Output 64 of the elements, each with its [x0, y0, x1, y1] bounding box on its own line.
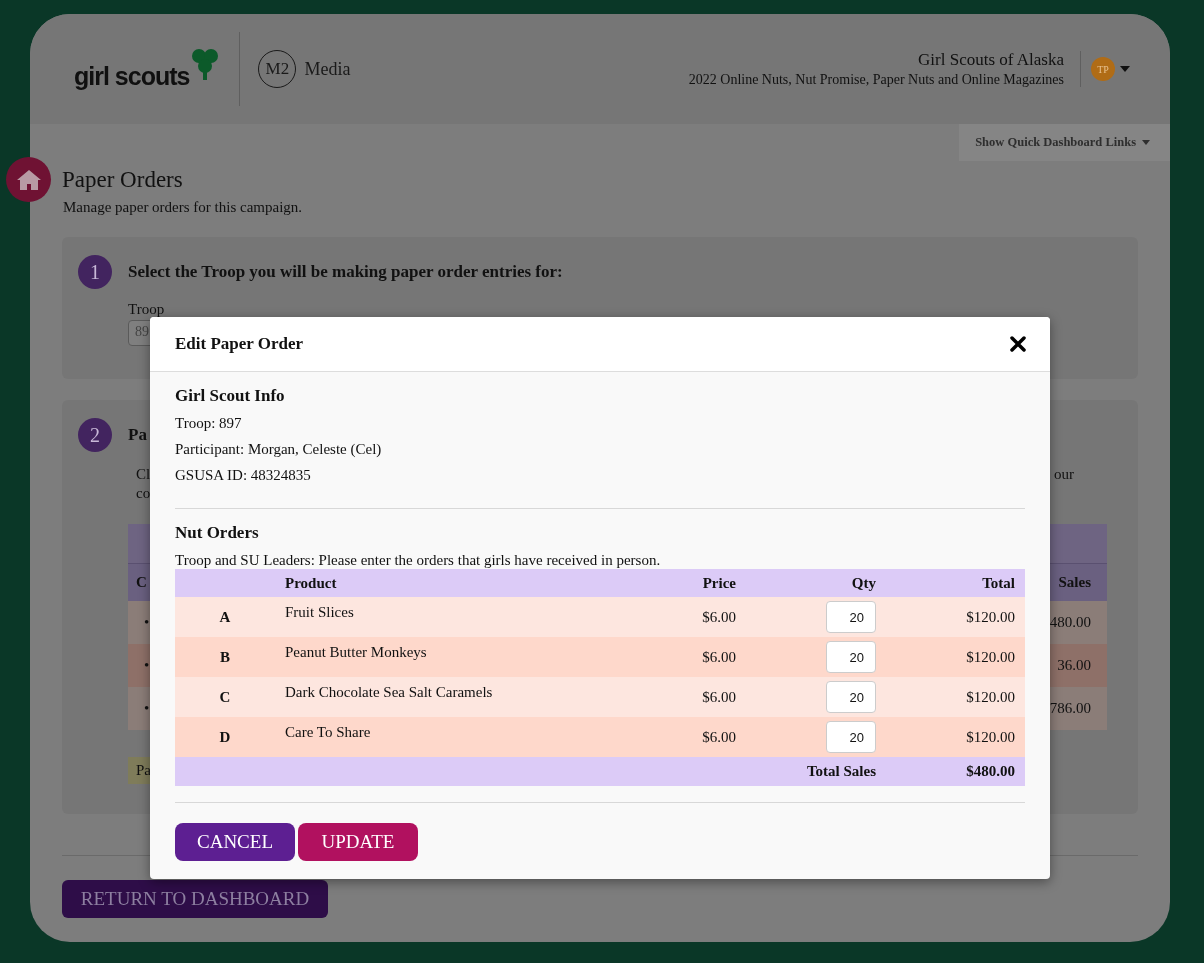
table-cell: •	[144, 700, 150, 717]
table-cell-text: $120.00	[965, 728, 1016, 746]
total-label: Total Sales	[805, 763, 877, 780]
step-title: Select the Troop you will be making paper order entries for:	[128, 262, 563, 282]
table-cell: 36.00	[1057, 657, 1091, 674]
table-cell-text: $120.00	[965, 608, 1016, 626]
table-cell-text: A	[218, 608, 232, 626]
cancel-button[interactable]: CANCEL	[175, 823, 295, 861]
page-subtitle: Manage paper orders for this campaign.	[63, 199, 304, 216]
table-cell: 786.00	[1049, 700, 1091, 717]
table-cell-text: $6.00	[701, 688, 737, 706]
logo-wordmark: girl scouts	[74, 62, 190, 91]
table-cell-text: $6.00	[701, 648, 737, 666]
table-cell-text: $120.00	[965, 648, 1016, 666]
instructions-text: Troop and SU Leaders: Please enter the orders that girls have received in person.	[175, 552, 662, 569]
page-title: Paper Orders	[62, 167, 184, 193]
troop-label: Troop	[128, 301, 166, 318]
table-cell-text: $6.00	[701, 728, 737, 746]
step-number: 1	[78, 255, 112, 289]
caret-icon[interactable]	[1120, 66, 1130, 72]
table-cell-text: B	[219, 648, 231, 666]
home-icon[interactable]	[15, 168, 42, 191]
column-header: Total	[981, 574, 1016, 592]
update-button[interactable]: UPDATE	[298, 823, 418, 861]
table-cell-text: Care To Share	[284, 723, 372, 741]
section-heading: Girl Scout Info	[175, 386, 286, 406]
partner-name: Media	[304, 58, 351, 80]
table-cell-text: Peanut Butter Monkeys	[284, 643, 428, 661]
quantity-field[interactable]: 20	[826, 601, 876, 633]
trefoil-icon	[191, 47, 220, 81]
table-cell-text: $120.00	[965, 688, 1016, 706]
instructions-text: our	[1054, 466, 1074, 483]
total-value: $480.00	[965, 763, 1016, 780]
column-header: Price	[701, 574, 737, 592]
table-cell-text: C	[218, 688, 232, 706]
column-header: Sales	[1058, 574, 1091, 591]
info-line: Troop: 897	[175, 415, 243, 432]
section-heading: Nut Orders	[175, 523, 260, 543]
quantity-field[interactable]: 20	[826, 721, 876, 753]
return-button[interactable]: RETURN TO DASHBOARD	[62, 880, 328, 918]
table-cell: •	[144, 657, 150, 674]
instructions-text: Cl	[136, 466, 151, 483]
column-header: Qty	[850, 574, 877, 592]
table-cell-text: Fruit Slices	[284, 603, 355, 621]
quantity-field[interactable]: 20	[826, 681, 876, 713]
step-title: Pa	[128, 425, 147, 445]
column-header: C	[136, 574, 147, 591]
table-cell-text: $6.00	[701, 608, 737, 626]
table-cell-text: Dark Chocolate Sea Salt Caramels	[284, 683, 494, 701]
step-number: 2	[78, 418, 112, 452]
table-cell: •	[144, 614, 150, 631]
table-cell-text: D	[218, 728, 232, 746]
home-button[interactable]	[6, 157, 51, 202]
table-cell: 480.00	[1049, 614, 1091, 631]
column-header: Product	[284, 574, 338, 592]
quantity-field[interactable]: 20	[826, 641, 876, 673]
info-line: Participant: Morgan, Celeste (Cel)	[175, 441, 383, 458]
dialog-title: Edit Paper Order	[175, 334, 304, 354]
organization-name: Girl Scouts of Alaska	[917, 50, 1064, 70]
instructions-text: co	[136, 485, 152, 502]
caret-icon[interactable]	[1142, 140, 1150, 145]
info-line: GSUSA ID: 48324835	[175, 467, 312, 484]
campaign-name: 2022 Online Nuts, Nut Promise, Paper Nuts and Online Magazines	[688, 72, 1064, 88]
quick-links-dropdown[interactable]: Show Quick Dashboard Links	[959, 124, 1170, 161]
